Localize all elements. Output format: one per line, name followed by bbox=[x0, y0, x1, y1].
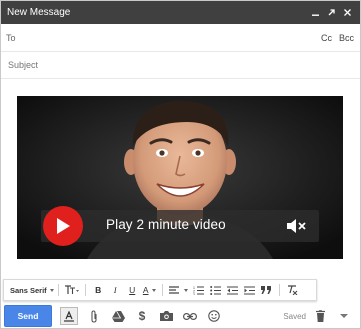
bcc-link[interactable]: Bcc bbox=[339, 33, 354, 43]
minimize-icon[interactable] bbox=[309, 6, 322, 19]
video-thumbnail[interactable]: Play 2 minute video bbox=[17, 96, 343, 259]
video-label: Play 2 minute video bbox=[106, 217, 226, 232]
subject-row bbox=[1, 52, 360, 79]
cc-bcc-links: Cc Bcc bbox=[321, 33, 354, 43]
subject-input[interactable] bbox=[6, 54, 360, 76]
indent-more-icon[interactable] bbox=[243, 282, 256, 298]
more-options-icon[interactable] bbox=[336, 308, 352, 324]
remove-formatting-icon[interactable] bbox=[286, 282, 299, 298]
font-size-icon[interactable] bbox=[64, 282, 79, 298]
drive-icon[interactable] bbox=[110, 308, 126, 324]
bold-button[interactable]: B bbox=[92, 282, 105, 298]
font-family-value: Sans Serif bbox=[10, 285, 47, 295]
attach-icon[interactable] bbox=[86, 308, 102, 324]
quote-icon[interactable] bbox=[260, 282, 273, 298]
trash-icon[interactable] bbox=[312, 308, 328, 324]
compose-action-bar: Send $ Saved bbox=[1, 304, 360, 328]
close-icon[interactable] bbox=[341, 6, 354, 19]
to-row: To Cc Bcc bbox=[1, 25, 360, 52]
to-input[interactable] bbox=[19, 27, 321, 49]
svg-text:3: 3 bbox=[193, 293, 195, 295]
cc-link[interactable]: Cc bbox=[321, 33, 332, 43]
formatting-options-icon[interactable] bbox=[60, 307, 78, 325]
indent-less-icon[interactable] bbox=[226, 282, 239, 298]
saved-status: Saved bbox=[283, 311, 306, 321]
underline-button[interactable]: U bbox=[126, 282, 139, 298]
font-family-select[interactable]: Sans Serif bbox=[10, 286, 54, 295]
compose-title: New Message bbox=[7, 7, 71, 18]
bulleted-list-icon[interactable] bbox=[209, 282, 222, 298]
align-icon[interactable] bbox=[168, 282, 188, 298]
photo-icon[interactable] bbox=[158, 308, 174, 324]
emoji-icon[interactable] bbox=[206, 308, 222, 324]
to-label: To bbox=[6, 33, 16, 43]
compose-window: New Message To Cc Bcc Subject Play 2 min… bbox=[0, 0, 361, 329]
volume-muted-icon[interactable] bbox=[285, 217, 307, 235]
link-icon[interactable] bbox=[182, 308, 198, 324]
text-color-button[interactable]: A bbox=[143, 282, 156, 298]
compose-title-bar[interactable]: New Message bbox=[1, 1, 360, 24]
send-button[interactable]: Send bbox=[4, 305, 52, 327]
pop-out-icon[interactable] bbox=[325, 6, 338, 19]
numbered-list-icon[interactable]: 123 bbox=[192, 282, 205, 298]
text-color-label: A bbox=[142, 285, 149, 295]
italic-button[interactable]: I bbox=[109, 282, 122, 298]
play-icon[interactable] bbox=[43, 206, 83, 246]
formatting-toolbar: Sans Serif B I U A 123 bbox=[3, 279, 317, 301]
money-icon[interactable]: $ bbox=[134, 308, 150, 324]
